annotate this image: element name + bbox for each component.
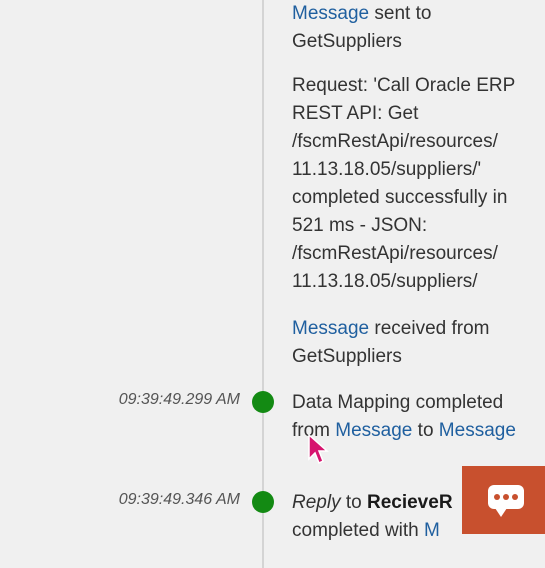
status-dot-icon <box>252 491 274 513</box>
message-link[interactable]: Message <box>439 420 516 441</box>
log-entry-message-sent: Message sent to GetSuppliers <box>292 0 537 56</box>
chat-bubble-icon <box>488 485 524 517</box>
timeline-line <box>262 0 264 568</box>
log-entry-message-received: Message received from GetSuppliers <box>292 315 537 371</box>
status-dot-icon <box>252 391 274 413</box>
message-link[interactable]: Message <box>292 318 369 339</box>
mouse-pointer-icon <box>308 433 329 465</box>
timestamp: 09:39:49.346 AM <box>118 491 240 508</box>
message-link[interactable]: Message <box>335 420 412 441</box>
log-entry-text: completed with <box>292 520 425 541</box>
log-entry-text: to <box>340 492 367 513</box>
log-entry-text: to <box>412 420 439 441</box>
chat-button[interactable] <box>462 466 545 534</box>
timestamp: 09:39:49.299 AM <box>118 391 240 408</box>
activity-name: RecieveR <box>366 492 453 513</box>
message-link[interactable]: Message <box>292 3 369 24</box>
message-link[interactable]: M <box>424 520 440 541</box>
reply-label: Reply <box>292 492 341 513</box>
log-entry-request: Request: 'Call Oracle ERP REST API: Get … <box>292 75 515 292</box>
